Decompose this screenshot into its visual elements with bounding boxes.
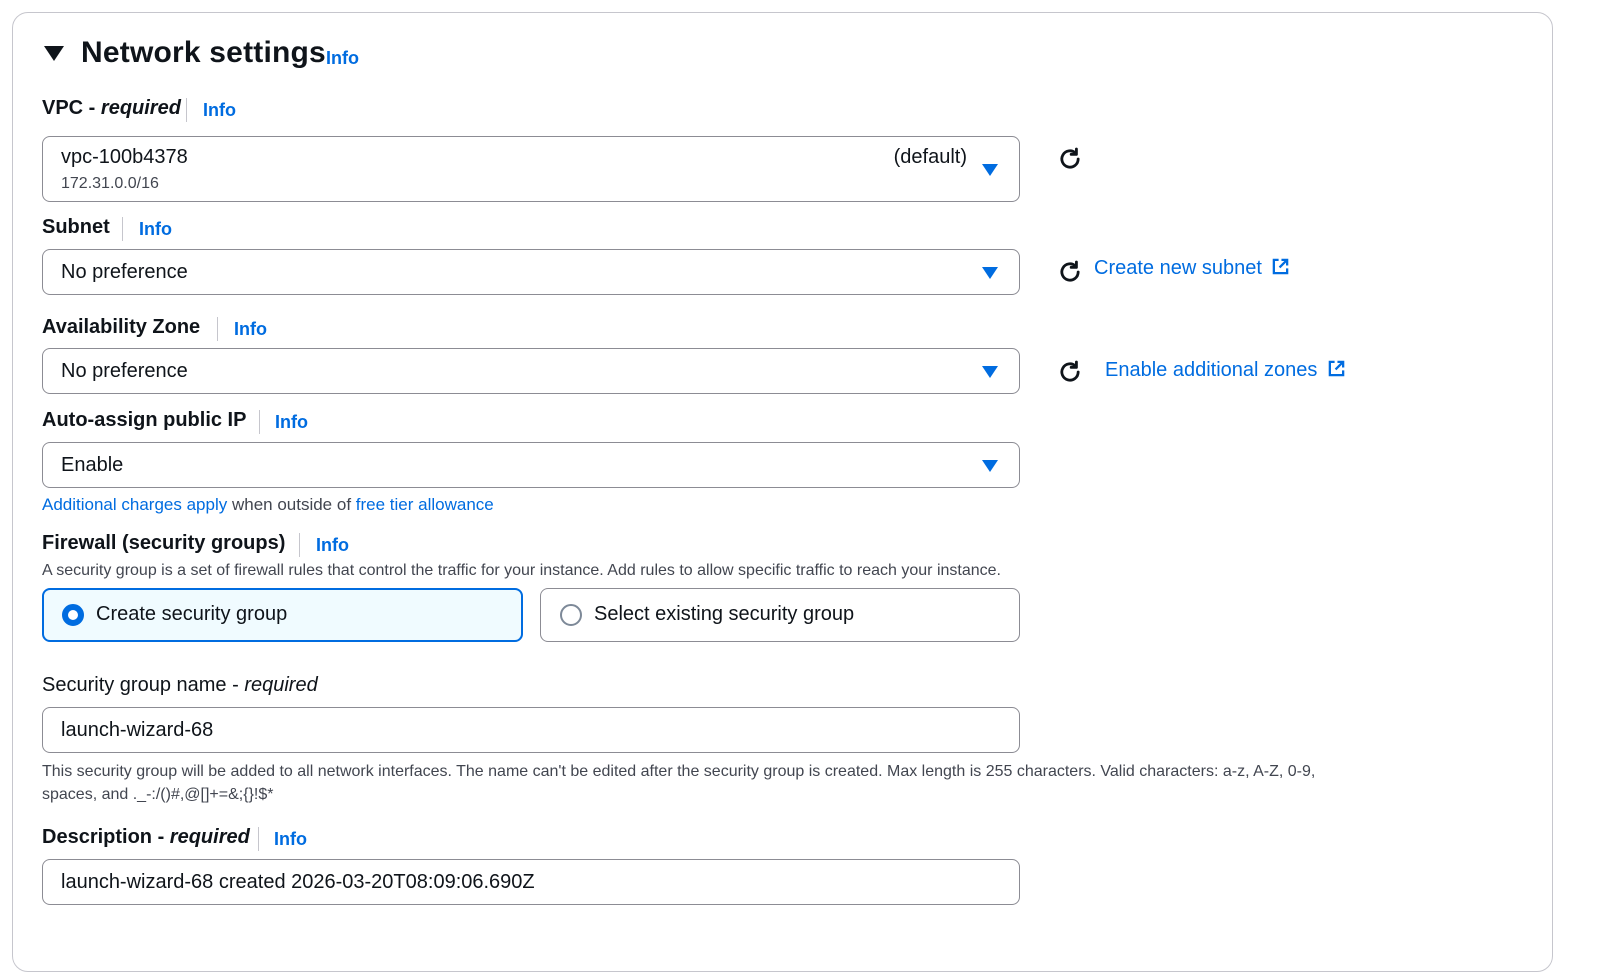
firewall-info-link[interactable]: Info xyxy=(316,535,349,556)
collapse-caret-icon[interactable] xyxy=(44,46,64,61)
availability-zone-label-divider xyxy=(217,317,218,341)
triangle-down-icon xyxy=(982,366,998,378)
subnet-select[interactable]: No preference xyxy=(42,249,1020,295)
select-existing-security-group-label: Select existing security group xyxy=(594,603,855,625)
public-ip-note-text: when outside of xyxy=(227,495,356,514)
select-existing-security-group-option[interactable]: Select existing security group xyxy=(540,588,1020,642)
triangle-down-icon xyxy=(982,267,998,279)
public-ip-note: Additional charges apply when outside of… xyxy=(42,495,494,515)
subnet-label-divider xyxy=(122,217,123,241)
description-label: Description - required xyxy=(42,826,250,848)
radio-selected-icon[interactable] xyxy=(62,604,84,626)
vpc-select-value: vpc-100b4378 xyxy=(61,146,188,168)
firewall-label-divider xyxy=(299,533,300,557)
enable-additional-zones-link[interactable]: Enable additional zones xyxy=(1105,359,1346,382)
description-input[interactable]: launch-wizard-68 created 2026-03-20T08:0… xyxy=(42,859,1020,905)
subnet-label: Subnet xyxy=(42,216,110,238)
external-link-icon xyxy=(1328,360,1345,377)
triangle-down-icon xyxy=(982,460,998,472)
subnet-info-link[interactable]: Info xyxy=(139,219,172,240)
section-title: Network settings xyxy=(81,36,326,69)
public-ip-info-link[interactable]: Info xyxy=(275,412,308,433)
firewall-description: A security group is a set of firewall ru… xyxy=(42,562,1001,579)
subnet-select-value: No preference xyxy=(61,261,188,283)
firewall-label: Firewall (security groups) xyxy=(42,532,286,554)
external-link-icon xyxy=(1273,258,1289,275)
vpc-refresh-icon[interactable] xyxy=(1056,145,1084,173)
additional-charges-link[interactable]: Additional charges apply xyxy=(42,495,227,514)
public-ip-select-value: Enable xyxy=(61,454,124,476)
security-group-name-value: launch-wizard-68 xyxy=(61,719,214,741)
create-new-subnet-link[interactable]: Create new subnet xyxy=(1094,257,1290,280)
security-group-name-input[interactable]: launch-wizard-68 xyxy=(42,707,1020,753)
vpc-label-divider xyxy=(186,98,187,122)
availability-zone-refresh-icon[interactable] xyxy=(1056,358,1084,386)
radio-unselected-icon[interactable] xyxy=(560,604,582,626)
public-ip-label: Auto-assign public IP xyxy=(42,409,247,431)
security-group-name-help: This security group will be added to all… xyxy=(42,763,1316,803)
public-ip-select[interactable]: Enable xyxy=(42,442,1020,488)
description-value: launch-wizard-68 created 2026-03-20T08:0… xyxy=(61,871,535,893)
section-info-link[interactable]: Info xyxy=(326,48,359,69)
triangle-down-icon xyxy=(982,164,998,176)
availability-zone-select[interactable]: No preference xyxy=(42,348,1020,394)
create-security-group-label: Create security group xyxy=(96,603,288,625)
public-ip-label-divider xyxy=(259,410,260,434)
availability-zone-info-link[interactable]: Info xyxy=(234,319,267,340)
create-security-group-option[interactable]: Create security group xyxy=(42,588,523,642)
vpc-cidr: 172.31.0.0/16 xyxy=(61,175,159,192)
vpc-select[interactable]: vpc-100b4378 172.31.0.0/16 (default) xyxy=(42,136,1020,202)
vpc-info-link[interactable]: Info xyxy=(203,100,236,121)
availability-zone-select-value: No preference xyxy=(61,360,188,382)
description-info-link[interactable]: Info xyxy=(274,829,307,850)
vpc-default-tag: (default) xyxy=(893,146,967,168)
availability-zone-label: Availability Zone xyxy=(42,316,201,338)
security-group-name-label: Security group name - required xyxy=(42,674,318,696)
description-label-divider xyxy=(258,827,259,851)
vpc-label: VPC - required xyxy=(42,97,181,119)
subnet-refresh-icon[interactable] xyxy=(1056,258,1084,286)
free-tier-link[interactable]: free tier allowance xyxy=(356,495,494,514)
